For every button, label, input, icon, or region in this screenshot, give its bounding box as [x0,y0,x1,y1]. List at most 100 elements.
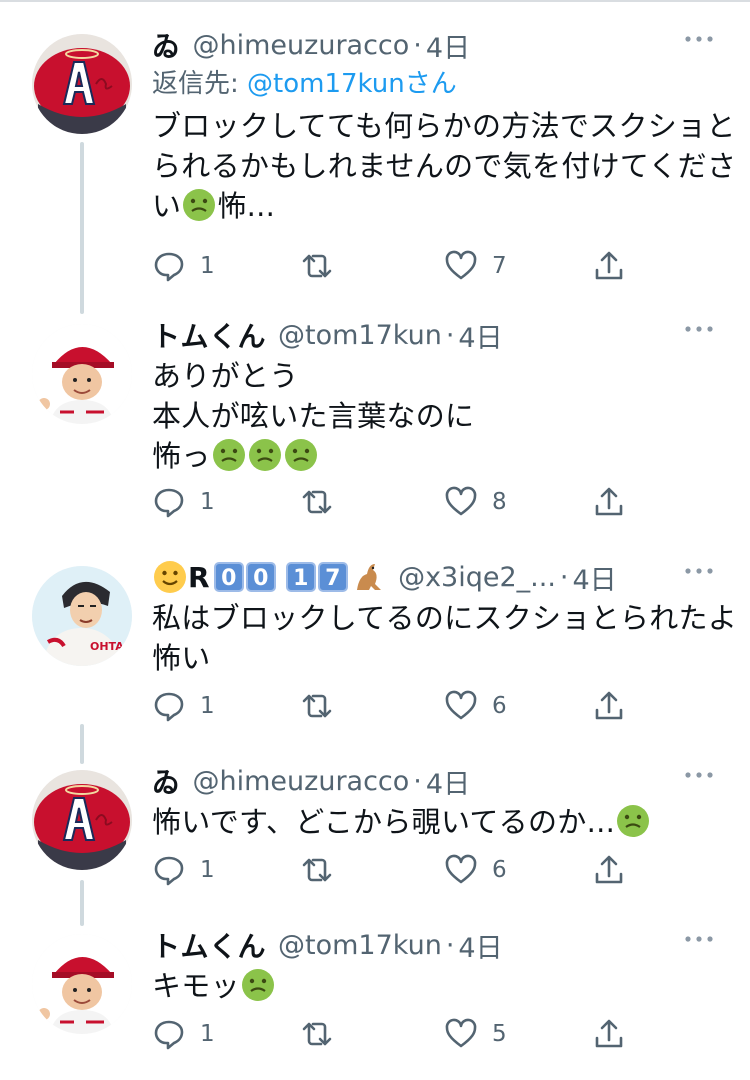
share-icon [595,691,623,720]
tweet[interactable]: トムくん @tom17kun · 4日 ありがとう 本人が呟いた言葉なのに 怖っ… [0,318,750,528]
separator: · [413,29,422,61]
separator: · [413,765,422,797]
share-button[interactable] [592,482,626,522]
reply-count: 1 [200,489,215,515]
share-button[interactable] [592,1014,626,1054]
display-name[interactable]: R 0 0 1 7 [152,560,386,594]
share-icon [595,1019,623,1048]
user-handle[interactable]: @himeuzuracco [193,30,410,61]
reply-button[interactable]: 1 [152,686,215,726]
more-icon[interactable] [684,322,714,336]
svg-text:OHTANI: OHTANI [90,640,132,653]
angels-player-icon [32,324,132,424]
like-icon [445,690,477,720]
text-line: 怖っ [152,436,722,476]
angels-player-icon [32,934,132,1034]
nauseated-face-emoji [284,439,317,471]
tweet[interactable]: ゐ @himeuzuracco · 4日 返信先: @tom17kunさん ブロ… [0,28,750,298]
avatar[interactable] [32,324,132,424]
share-icon [595,251,623,280]
text-line: ブロックしてても何らかの方法でスクショと [152,109,736,143]
kangaroo-emoji [357,564,382,590]
timestamp[interactable]: 4日 [426,764,470,799]
avatar[interactable] [32,934,132,1034]
display-name[interactable]: ゐ [152,28,181,62]
tweet-header: ゐ @himeuzuracco · 4日 [152,764,722,799]
tweet[interactable]: トムくん @tom17kun · 4日 キモッ 1 5 [0,928,750,1068]
like-button[interactable]: 7 [444,246,507,286]
share-button[interactable] [592,246,626,286]
share-button[interactable] [592,686,626,726]
reply-icon [154,488,184,518]
reply-icon [154,856,184,886]
avatar[interactable] [32,34,132,134]
keycap-digit: 0 [246,562,277,592]
retweet-button[interactable] [300,850,348,890]
timestamp[interactable]: 4日 [573,560,617,595]
tweet[interactable]: OHTANI R 0 0 1 7 @x3iqe2_... · 4日 [0,560,750,730]
reply-button[interactable]: 1 [152,246,215,286]
reply-icon [154,252,184,282]
retweet-button[interactable] [300,482,348,522]
text-line: ありがとう [152,359,299,393]
timestamp[interactable]: 4日 [458,928,502,963]
text-fragment: い [152,189,182,223]
tweet-text: キモッ [152,966,722,1006]
reply-count: 1 [200,1021,215,1047]
display-name[interactable]: トムくん [152,928,266,962]
more-icon[interactable] [684,32,714,46]
separator: · [445,929,455,961]
like-count: 8 [492,489,507,515]
nauseated-face-emoji [248,439,281,471]
avatar[interactable]: OHTANI [32,566,132,666]
reply-button[interactable]: 1 [152,1014,215,1054]
more-icon[interactable] [684,564,714,578]
more-icon[interactable] [684,932,714,946]
like-button[interactable]: 8 [444,482,507,522]
like-count: 5 [492,1021,507,1047]
reply-icon [154,692,184,722]
reply-count: 1 [200,253,215,279]
retweet-icon [302,858,332,882]
retweet-button[interactable] [300,686,348,726]
display-name[interactable]: トムくん [152,318,266,352]
ohtani-illustration-icon: OHTANI [32,566,132,666]
text-line: 怖い [152,641,211,675]
tweet-text: 怖いです、どこから覗いてるのか... [152,802,722,842]
user-handle[interactable]: @tom17kun [278,930,442,961]
nauseated-face-emoji [241,969,274,1001]
avatar[interactable] [32,770,132,870]
tweet[interactable]: ゐ @himeuzuracco · 4日 怖いです、どこから覗いてるのか... … [0,764,750,894]
like-button[interactable]: 6 [444,850,507,890]
reply-button[interactable]: 1 [152,850,215,890]
action-bar: 1 7 [152,246,632,286]
user-handle[interactable]: @tom17kun [278,320,442,351]
timestamp[interactable]: 4日 [458,318,502,353]
text-fragment: キモッ [152,969,240,1003]
retweet-button[interactable] [300,246,348,286]
like-button[interactable]: 6 [444,686,507,726]
keycap-digit: 7 [318,562,349,592]
text-line: い 怖... [152,186,722,226]
reply-button[interactable]: 1 [152,482,215,522]
like-button[interactable]: 5 [444,1014,507,1054]
user-handle[interactable]: @x3iqe2_... [398,562,556,593]
share-icon [595,855,623,884]
more-icon[interactable] [684,768,714,782]
reply-to-link[interactable]: @tom17kunさん [247,69,457,99]
timestamp[interactable]: 4日 [426,28,470,63]
reply-context: 返信先: @tom17kunさん [152,66,722,102]
share-button[interactable] [592,850,626,890]
retweet-icon [302,1022,332,1046]
angels-cap-icon [32,770,132,870]
nauseated-face-emoji [183,189,216,221]
separator: · [559,561,569,593]
slightly-smiling-face-emoji [154,561,186,593]
user-handle[interactable]: @himeuzuracco [193,766,410,797]
reply-count: 1 [200,857,215,883]
retweet-icon [302,254,332,278]
display-name[interactable]: ゐ [152,764,181,798]
text-fragment: 怖いです、どこから覗いてるのか... [152,805,616,839]
retweet-button[interactable] [300,1014,348,1054]
tweet-text: ブロックしてても何らかの方法でスクショと られるかもしれませんので気を付けてくだ… [152,106,736,226]
